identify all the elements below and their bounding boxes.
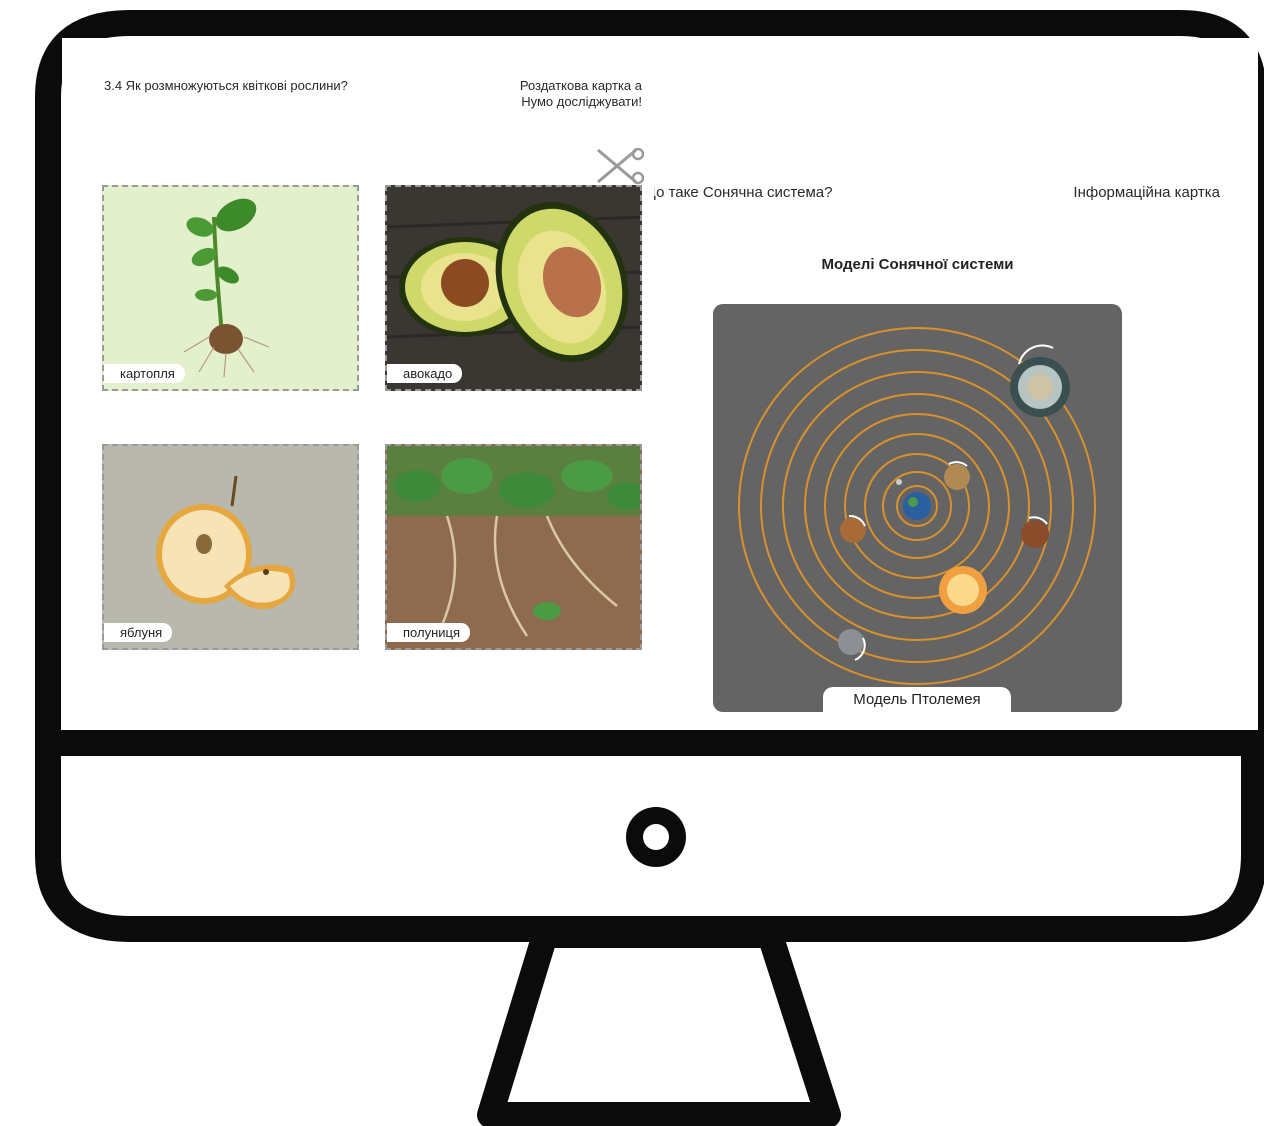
- card-avocado[interactable]: авокадо: [385, 185, 642, 391]
- orbits-diagram: [738, 327, 1096, 685]
- card-strawberry[interactable]: полуниця: [385, 444, 642, 650]
- models-heading: Моделі Сонячної системи: [821, 256, 1014, 273]
- lesson-title: 3.4 Як розмножуються квіткові рослини?: [104, 78, 348, 93]
- info-card-title-clip: Що таке Сонячна система?: [654, 184, 934, 201]
- ptolemy-model-diagram: Модель Птолемея: [713, 304, 1122, 712]
- apple-image: [156, 475, 296, 610]
- earth-icon: [903, 492, 931, 520]
- scissors-icon: [597, 148, 644, 185]
- card-label: яблуня: [104, 623, 173, 642]
- card-label: картопля: [104, 364, 185, 383]
- info-card-title: Що таке Сонячна система?: [654, 184, 833, 201]
- card-label: полуниця: [387, 623, 470, 642]
- strawberry-plant-image: [387, 446, 640, 648]
- monitor-bezel: [48, 730, 1254, 756]
- monitor-screen: 3.4 Як розмножуються квіткові рослини? Р…: [62, 38, 1258, 730]
- handout-type: Роздаткова картка а Нумо досліджувати!: [442, 78, 642, 110]
- venus-icon: [1021, 520, 1049, 548]
- handout-type-line1: Роздаткова картка а: [519, 78, 642, 93]
- potato-sprout-image: [183, 198, 270, 378]
- info-card-type: Інформаційна картка: [1073, 184, 1220, 201]
- card-potato[interactable]: картопля: [102, 185, 359, 391]
- moon-icon: [896, 479, 902, 485]
- monitor-stand: [477, 922, 841, 1126]
- card-apple[interactable]: яблуня: [102, 444, 359, 650]
- jupiter-icon: [838, 629, 864, 655]
- avocado-image: [387, 187, 640, 389]
- card-label: авокадо: [387, 364, 463, 383]
- mercury-icon: [944, 464, 970, 490]
- model-caption: Модель Птолемея: [823, 687, 1011, 712]
- handout-type-line2: Нумо досліджувати!: [521, 94, 642, 109]
